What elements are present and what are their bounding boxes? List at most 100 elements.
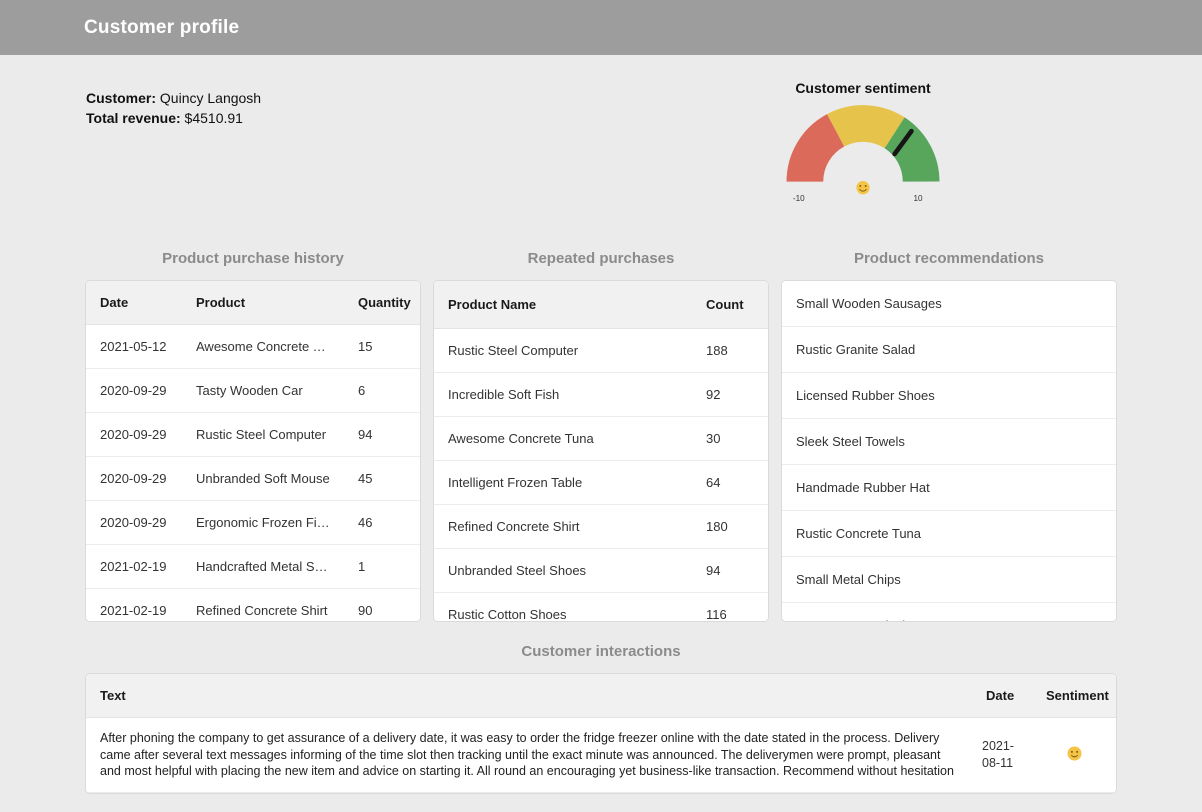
gauge-title: Customer sentiment xyxy=(772,80,954,96)
repeated-purchases-title: Repeated purchases xyxy=(434,250,768,267)
customer-name-value: Quincy Langosh xyxy=(160,90,261,106)
total-revenue-label: Total revenue: xyxy=(86,110,181,126)
interaction-text: After phoning the company to get assuran… xyxy=(86,718,972,793)
recommendation-item: Rustic Concrete Tuna xyxy=(782,511,1116,557)
table-row: Intelligent Frozen Table64 xyxy=(434,461,768,505)
table-row: Rustic Steel Computer188 xyxy=(434,329,768,373)
table-cell: Incredible Soft Fish xyxy=(434,373,692,417)
table-cell: 116 xyxy=(692,593,768,622)
repeated-purchases-section: Repeated purchases Product Name Count Ru… xyxy=(434,250,768,621)
table-cell: 64 xyxy=(692,461,768,505)
table-cell: Refined Concrete Shirt xyxy=(434,505,692,549)
gauge-segment-green xyxy=(895,133,922,182)
table-cell: 2020-09-29 xyxy=(86,369,182,413)
table-row: 2020-09-29Ergonomic Frozen Fish46 xyxy=(86,501,420,545)
table-cell: 2021-02-19 xyxy=(86,589,182,622)
recommendation-item: Rustic Granite Salad xyxy=(782,327,1116,373)
table-row: 2021-05-12Awesome Concrete Tuna15 xyxy=(86,325,420,369)
table-cell: 94 xyxy=(692,549,768,593)
column-header-text: Text xyxy=(86,674,972,718)
table-cell: 1 xyxy=(344,545,420,589)
table-cell: Awesome Concrete Tuna xyxy=(434,417,692,461)
column-header-product-name: Product Name xyxy=(434,281,692,329)
table-row: Unbranded Steel Shoes94 xyxy=(434,549,768,593)
purchase-history-table: Date Product Quantity 2021-05-12Awesome … xyxy=(86,281,420,621)
app-header: Customer profile xyxy=(0,0,1202,55)
interaction-date: 2021-08-11 xyxy=(972,718,1032,793)
table-row: 2021-02-19Refined Concrete Shirt90 xyxy=(86,589,420,622)
table-row: 2020-09-29Unbranded Soft Mouse45 xyxy=(86,457,420,501)
table-cell: 15 xyxy=(344,325,420,369)
table-cell: Ergonomic Frozen Fish xyxy=(182,501,344,545)
table-cell: 46 xyxy=(344,501,420,545)
table-cell: Rustic Cotton Shoes xyxy=(434,593,692,622)
gauge-max-label: 10 xyxy=(914,194,924,203)
interactions-card: Text Date Sentiment After phoning the co… xyxy=(86,674,1116,793)
main-content: Customer: Quincy Langosh Total revenue: … xyxy=(0,55,1202,793)
table-header-row: Product Name Count xyxy=(434,281,768,329)
table-cell: 6 xyxy=(344,369,420,413)
table-cell: 188 xyxy=(692,329,768,373)
table-cell: Intelligent Frozen Table xyxy=(434,461,692,505)
purchase-history-section: Product purchase history Date Product Qu… xyxy=(86,250,420,621)
recommendations-section: Product recommendations Small Wooden Sau… xyxy=(782,250,1116,621)
table-row: Awesome Concrete Tuna30 xyxy=(434,417,768,461)
table-cell: Refined Concrete Shirt xyxy=(182,589,344,622)
interactions-title: Customer interactions xyxy=(86,643,1116,660)
table-cell: Rustic Steel Computer xyxy=(182,413,344,457)
table-cell: Unbranded Steel Shoes xyxy=(434,549,692,593)
table-cell: 90 xyxy=(344,589,420,622)
table-cell: 180 xyxy=(692,505,768,549)
interaction-sentiment xyxy=(1032,718,1116,793)
table-cell: Unbranded Soft Mouse xyxy=(182,457,344,501)
gauge-min-label: -10 xyxy=(793,194,805,203)
column-header-quantity: Quantity xyxy=(344,281,420,325)
column-header-date: Date xyxy=(86,281,182,325)
sentiment-gauge: -10 10 xyxy=(772,100,954,204)
table-header-row: Text Date Sentiment xyxy=(86,674,1116,718)
column-header-date: Date xyxy=(972,674,1032,718)
table-cell: Handcrafted Metal Soap xyxy=(182,545,344,589)
happy-face-icon xyxy=(856,181,869,194)
table-cell: 2021-05-12 xyxy=(86,325,182,369)
total-revenue-line: Total revenue: $4510.91 xyxy=(86,108,261,128)
customer-info: Customer: Quincy Langosh Total revenue: … xyxy=(86,80,261,128)
recommendations-list: Small Wooden SausagesRustic Granite Sala… xyxy=(782,281,1116,621)
table-row: 2020-09-29Tasty Wooden Car6 xyxy=(86,369,420,413)
page-title: Customer profile xyxy=(84,17,239,39)
table-header-row: Date Product Quantity xyxy=(86,281,420,325)
table-cell: Awesome Concrete Tuna xyxy=(182,325,344,369)
tables-row: Product purchase history Date Product Qu… xyxy=(86,250,1116,621)
column-header-sentiment: Sentiment xyxy=(1032,674,1116,718)
table-cell: 2020-09-29 xyxy=(86,413,182,457)
table-cell: 30 xyxy=(692,417,768,461)
recommendation-item: Small Wooden Sausages xyxy=(782,281,1116,327)
customer-name-line: Customer: Quincy Langosh xyxy=(86,88,261,108)
column-header-count: Count xyxy=(692,281,768,329)
gauge-segment-yellow xyxy=(836,123,895,132)
table-cell: 2020-09-29 xyxy=(86,457,182,501)
table-cell: 94 xyxy=(344,413,420,457)
recommendation-item: Handmade Rubber Hat xyxy=(782,465,1116,511)
gauge-segment-red xyxy=(805,130,836,181)
recommendation-item: Sleek Steel Towels xyxy=(782,419,1116,465)
happy-face-icon xyxy=(1067,746,1082,764)
recommendations-card: Small Wooden SausagesRustic Granite Sala… xyxy=(782,281,1116,621)
interactions-table: Text Date Sentiment After phoning the co… xyxy=(86,674,1116,793)
table-row: 2021-02-19Handcrafted Metal Soap1 xyxy=(86,545,420,589)
customer-name-label: Customer: xyxy=(86,90,156,106)
table-cell: Tasty Wooden Car xyxy=(182,369,344,413)
sentiment-gauge-block: Customer sentiment -10 10 xyxy=(772,80,954,204)
recommendation-item: Gorgeous Metal Gloves xyxy=(782,603,1116,621)
purchase-history-title: Product purchase history xyxy=(86,250,420,267)
table-cell: 45 xyxy=(344,457,420,501)
repeated-purchases-card: Product Name Count Rustic Steel Computer… xyxy=(434,281,768,621)
table-cell: Rustic Steel Computer xyxy=(434,329,692,373)
recommendation-item: Licensed Rubber Shoes xyxy=(782,373,1116,419)
recommendation-item: Small Metal Chips xyxy=(782,557,1116,603)
table-cell: 92 xyxy=(692,373,768,417)
table-row: Incredible Soft Fish92 xyxy=(434,373,768,417)
repeated-purchases-table: Product Name Count Rustic Steel Computer… xyxy=(434,281,768,621)
table-cell: 2020-09-29 xyxy=(86,501,182,545)
table-cell: 2021-02-19 xyxy=(86,545,182,589)
